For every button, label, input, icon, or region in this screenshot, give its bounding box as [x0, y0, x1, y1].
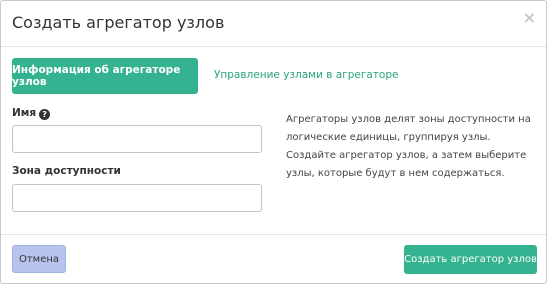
cancel-button[interactable]: Отмена: [12, 245, 66, 273]
tab-aggregate-info[interactable]: Информация об агрегаторе узлов: [12, 58, 198, 94]
dialog-header: Создать агрегатор узлов ×: [1, 1, 546, 47]
name-input[interactable]: [12, 125, 262, 153]
help-description: Агрегаторы узлов делят зоны доступности …: [286, 114, 531, 179]
availability-zone-label: Зона доступности: [12, 165, 121, 177]
question-icon[interactable]: ?: [39, 109, 51, 120]
name-label-text: Имя: [12, 107, 37, 119]
create-aggregate-button[interactable]: Создать агрегатор узлов: [404, 245, 537, 274]
name-label: Имя?: [12, 107, 51, 120]
create-host-aggregate-dialog: Создать агрегатор узлов × Информация об …: [0, 0, 547, 284]
availability-zone-input[interactable]: [12, 184, 262, 212]
dialog-title: Создать агрегатор узлов: [12, 13, 225, 32]
close-icon[interactable]: ×: [523, 9, 536, 27]
tab-manage-hosts[interactable]: Управление узлами в агрегаторе: [214, 69, 398, 81]
